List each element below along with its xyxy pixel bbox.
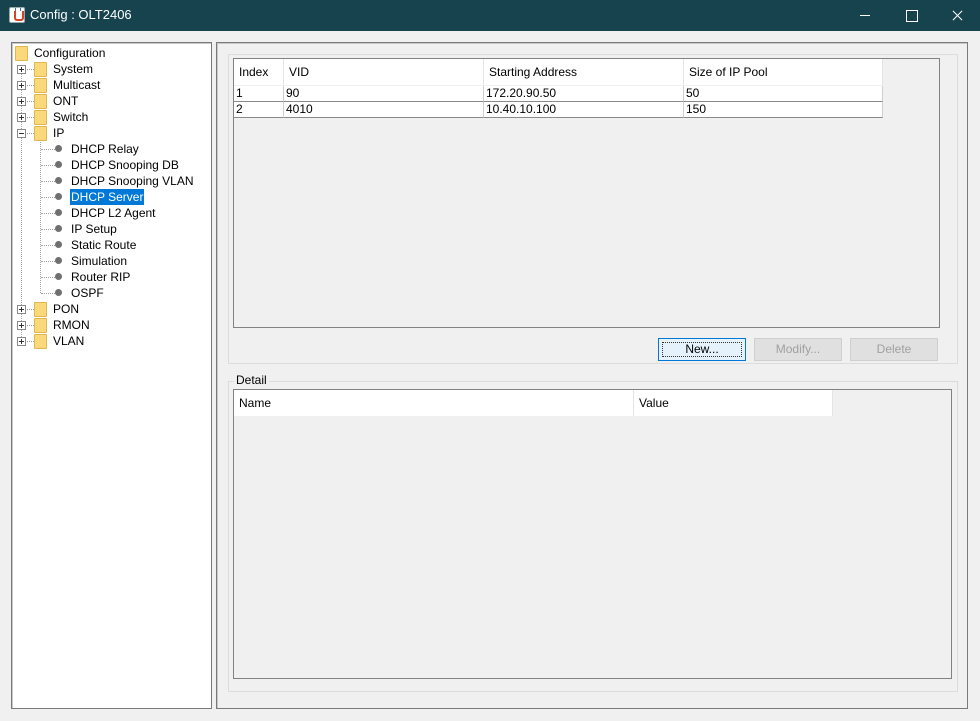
expand-plus-icon[interactable] xyxy=(17,321,26,330)
leaf-bullet-icon xyxy=(55,241,62,248)
expand-plus-icon[interactable] xyxy=(17,97,26,106)
tree-leaf-label: Static Route xyxy=(71,238,137,252)
column-header-vid[interactable]: VID xyxy=(284,59,484,85)
expand-plus-icon[interactable] xyxy=(17,305,26,314)
focus-ring xyxy=(662,342,742,357)
delete-button[interactable]: Delete xyxy=(850,338,938,361)
tree-leaf-label: IP Setup xyxy=(71,222,117,236)
leaf-bullet-icon xyxy=(55,209,62,216)
table-cell[interactable]: 90 xyxy=(284,86,484,102)
folder-icon xyxy=(34,78,47,93)
tree-node-switch[interactable]: Switch xyxy=(16,109,206,125)
column-header-name[interactable]: Name xyxy=(234,390,634,416)
leaf-bullet-icon xyxy=(55,257,62,264)
tree-leaf-dhcp-snooping-vlan[interactable]: DHCP Snooping VLAN xyxy=(40,173,210,189)
expand-plus-icon[interactable] xyxy=(17,65,26,74)
folder-icon xyxy=(34,110,47,125)
title-bar[interactable]: Config : OLT2406 xyxy=(0,0,980,31)
tree-node-label: Switch xyxy=(53,110,89,124)
tree-node-label: PON xyxy=(53,302,80,316)
detail-group-title: Detail xyxy=(234,373,269,387)
collapse-minus-icon[interactable] xyxy=(17,129,26,138)
tree-node-vlan[interactable]: VLAN xyxy=(16,333,206,349)
tree-node-ont[interactable]: ONT xyxy=(16,93,206,109)
config-tree[interactable]: Configuration System Multicast ONT Switc… xyxy=(11,42,212,709)
tree-node-ip[interactable]: IP xyxy=(16,125,206,141)
tree-leaf-router-rip[interactable]: Router RIP xyxy=(40,269,210,285)
leaf-bullet-icon xyxy=(55,225,62,232)
table-cell[interactable]: 4010 xyxy=(284,102,484,118)
table-cell[interactable]: 10.40.10.100 xyxy=(484,102,684,118)
folder-icon xyxy=(34,334,47,349)
folder-icon xyxy=(34,126,47,141)
leaf-bullet-icon xyxy=(55,177,62,184)
delete-button-label: Delete xyxy=(876,342,912,356)
new-button[interactable]: New... xyxy=(658,338,746,361)
maximize-button[interactable] xyxy=(888,0,934,31)
tree-node-label: Multicast xyxy=(53,78,101,92)
java-cup-icon xyxy=(9,7,25,23)
tree-node-rmon[interactable]: RMON xyxy=(16,317,206,333)
tree-node-label: System xyxy=(53,62,94,76)
folder-icon xyxy=(34,94,47,109)
table-cell[interactable]: 50 xyxy=(684,86,883,102)
leaf-bullet-icon xyxy=(55,161,62,168)
window-title: Config : OLT2406 xyxy=(30,7,132,22)
content-panel: Index VID Starting Address Size of IP Po… xyxy=(216,42,968,709)
tree-node-multicast[interactable]: Multicast xyxy=(16,77,206,93)
tree-leaf-dhcp-snooping-db[interactable]: DHCP Snooping DB xyxy=(40,157,210,173)
tree-leaf-label: DHCP Snooping DB xyxy=(71,158,179,172)
modify-button-label: Modify... xyxy=(775,342,821,356)
table-cell[interactable]: 1 xyxy=(234,86,284,102)
modify-button[interactable]: Modify... xyxy=(754,338,842,361)
tree-node-system[interactable]: System xyxy=(16,61,206,77)
tree-leaf-static-route[interactable]: Static Route xyxy=(40,237,210,253)
minimize-button[interactable] xyxy=(842,0,888,31)
tree-leaf-ip-setup[interactable]: IP Setup xyxy=(40,221,210,237)
close-button[interactable] xyxy=(934,0,980,31)
tree-leaf-simulation[interactable]: Simulation xyxy=(40,253,210,269)
folder-icon xyxy=(34,302,47,317)
leaf-bullet-icon xyxy=(55,193,62,200)
expand-plus-icon[interactable] xyxy=(17,113,26,122)
ip-pool-table[interactable]: Index VID Starting Address Size of IP Po… xyxy=(233,58,940,328)
tree-leaf-dhcp-l2-agent[interactable]: DHCP L2 Agent xyxy=(40,205,210,221)
tree-node-label: VLAN xyxy=(53,334,85,348)
column-header-index[interactable]: Index xyxy=(234,59,284,85)
tree-leaf-ospf[interactable]: OSPF xyxy=(40,285,210,301)
leaf-bullet-icon xyxy=(55,145,62,152)
folder-icon xyxy=(34,318,47,333)
tree-leaf-label: DHCP L2 Agent xyxy=(71,206,156,220)
tree-node-label: ONT xyxy=(53,94,79,108)
detail-table[interactable]: Name Value xyxy=(233,389,952,679)
tree-leaf-label: OSPF xyxy=(71,286,104,300)
tree-leaf-dhcp-server[interactable]: DHCP Server xyxy=(40,189,210,205)
column-header-value[interactable]: Value xyxy=(634,390,833,416)
table-cell[interactable]: 2 xyxy=(234,102,284,118)
tree-node-label: RMON xyxy=(53,318,90,332)
tree-root-label: Configuration xyxy=(34,46,106,60)
tree-leaf-label-selected: DHCP Server xyxy=(70,189,145,205)
leaf-bullet-icon xyxy=(55,273,62,280)
folder-icon xyxy=(15,46,28,61)
tree-leaf-label: Simulation xyxy=(71,254,128,268)
tree-leaf-label: DHCP Snooping VLAN xyxy=(71,174,194,188)
column-header-pool-size[interactable]: Size of IP Pool xyxy=(684,59,883,85)
expand-plus-icon[interactable] xyxy=(17,337,26,346)
tree-leaf-label: DHCP Relay xyxy=(71,142,139,156)
folder-icon xyxy=(34,62,47,77)
tree-node-pon[interactable]: PON xyxy=(16,301,206,317)
table-cell[interactable]: 172.20.90.50 xyxy=(484,86,684,102)
tree-leaf-label: Router RIP xyxy=(71,270,131,284)
tree-root-configuration[interactable]: Configuration xyxy=(15,45,205,61)
expand-plus-icon[interactable] xyxy=(17,81,26,90)
tree-node-label: IP xyxy=(53,126,65,140)
tree-leaf-dhcp-relay[interactable]: DHCP Relay xyxy=(40,141,210,157)
table-cell[interactable]: 150 xyxy=(684,102,883,118)
column-header-starting-address[interactable]: Starting Address xyxy=(484,59,684,85)
leaf-bullet-icon xyxy=(55,289,62,296)
